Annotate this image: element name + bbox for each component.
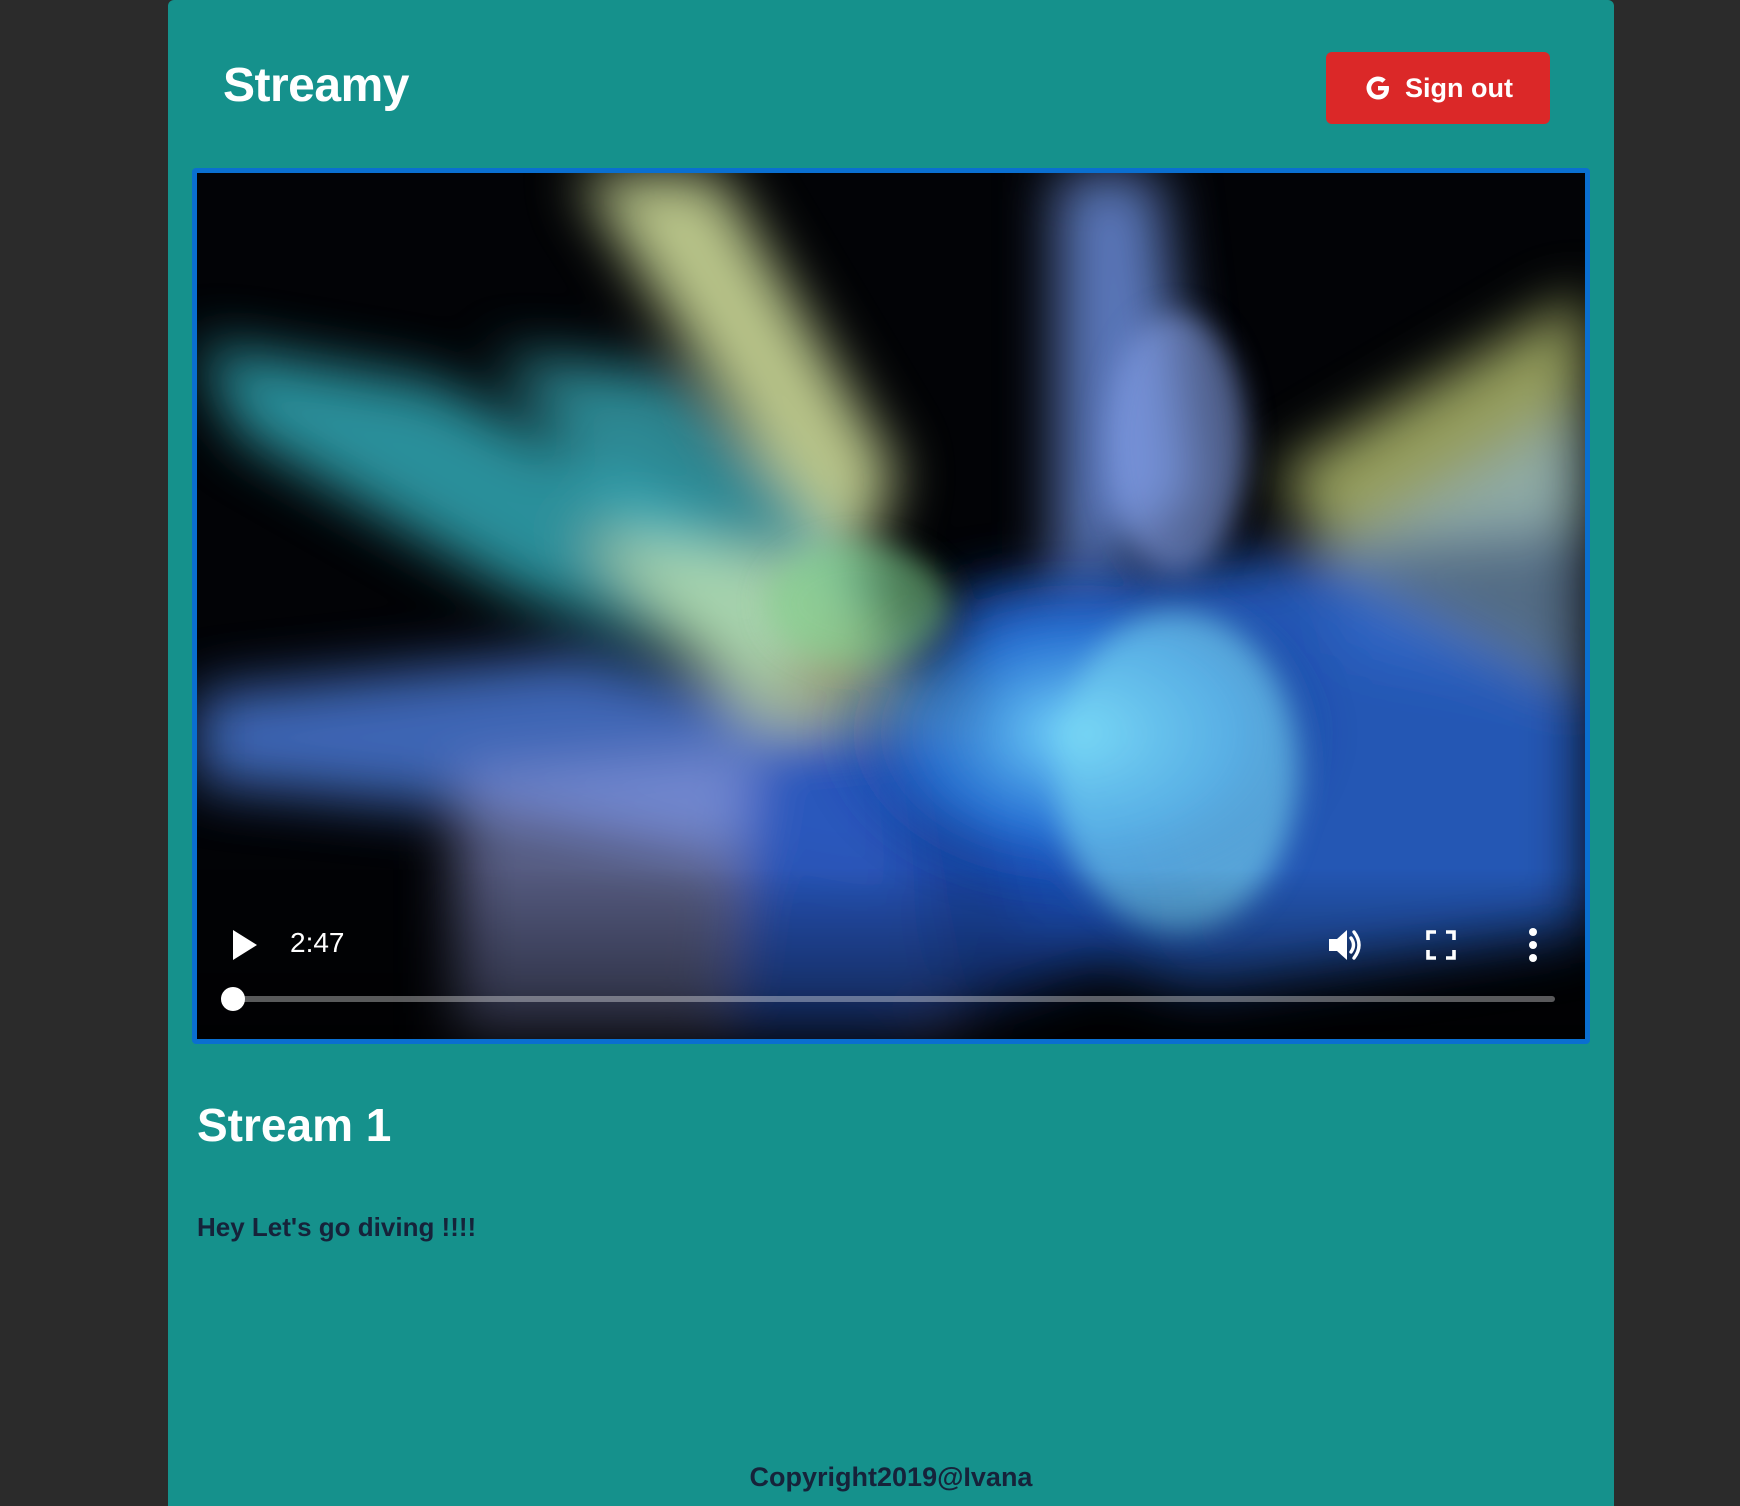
play-icon [233,930,257,960]
more-options-button[interactable] [1513,923,1553,967]
seek-bar[interactable] [221,987,1555,1011]
controls-overlay [197,869,1585,1039]
time-display: 2:47 [290,927,345,958]
sign-out-label: Sign out [1405,72,1513,103]
sign-out-button[interactable]: Sign out [1326,52,1550,124]
video-player[interactable]: 2:47 [192,168,1590,1044]
brand-logo-link[interactable]: Streamy [223,58,409,113]
header: Streamy Sign out [168,0,1614,160]
footer-copyright: Copyright2019@Ivana [749,1462,1033,1492]
more-vertical-icon [1529,928,1537,962]
stream-title: Stream 1 [197,1099,392,1151]
stream-description: Hey Let's go diving !!!! [197,1212,477,1242]
fullscreen-button[interactable] [1419,923,1463,967]
play-button[interactable] [223,923,267,967]
page-container: Streamy Sign out 2:47 Stream 1 Hey Let's… [168,0,1614,1506]
seek-bar-thumb[interactable] [221,987,245,1011]
google-icon [1363,73,1393,103]
fullscreen-icon [1426,930,1456,960]
volume-button[interactable] [1321,921,1369,969]
volume-icon [1329,930,1361,960]
